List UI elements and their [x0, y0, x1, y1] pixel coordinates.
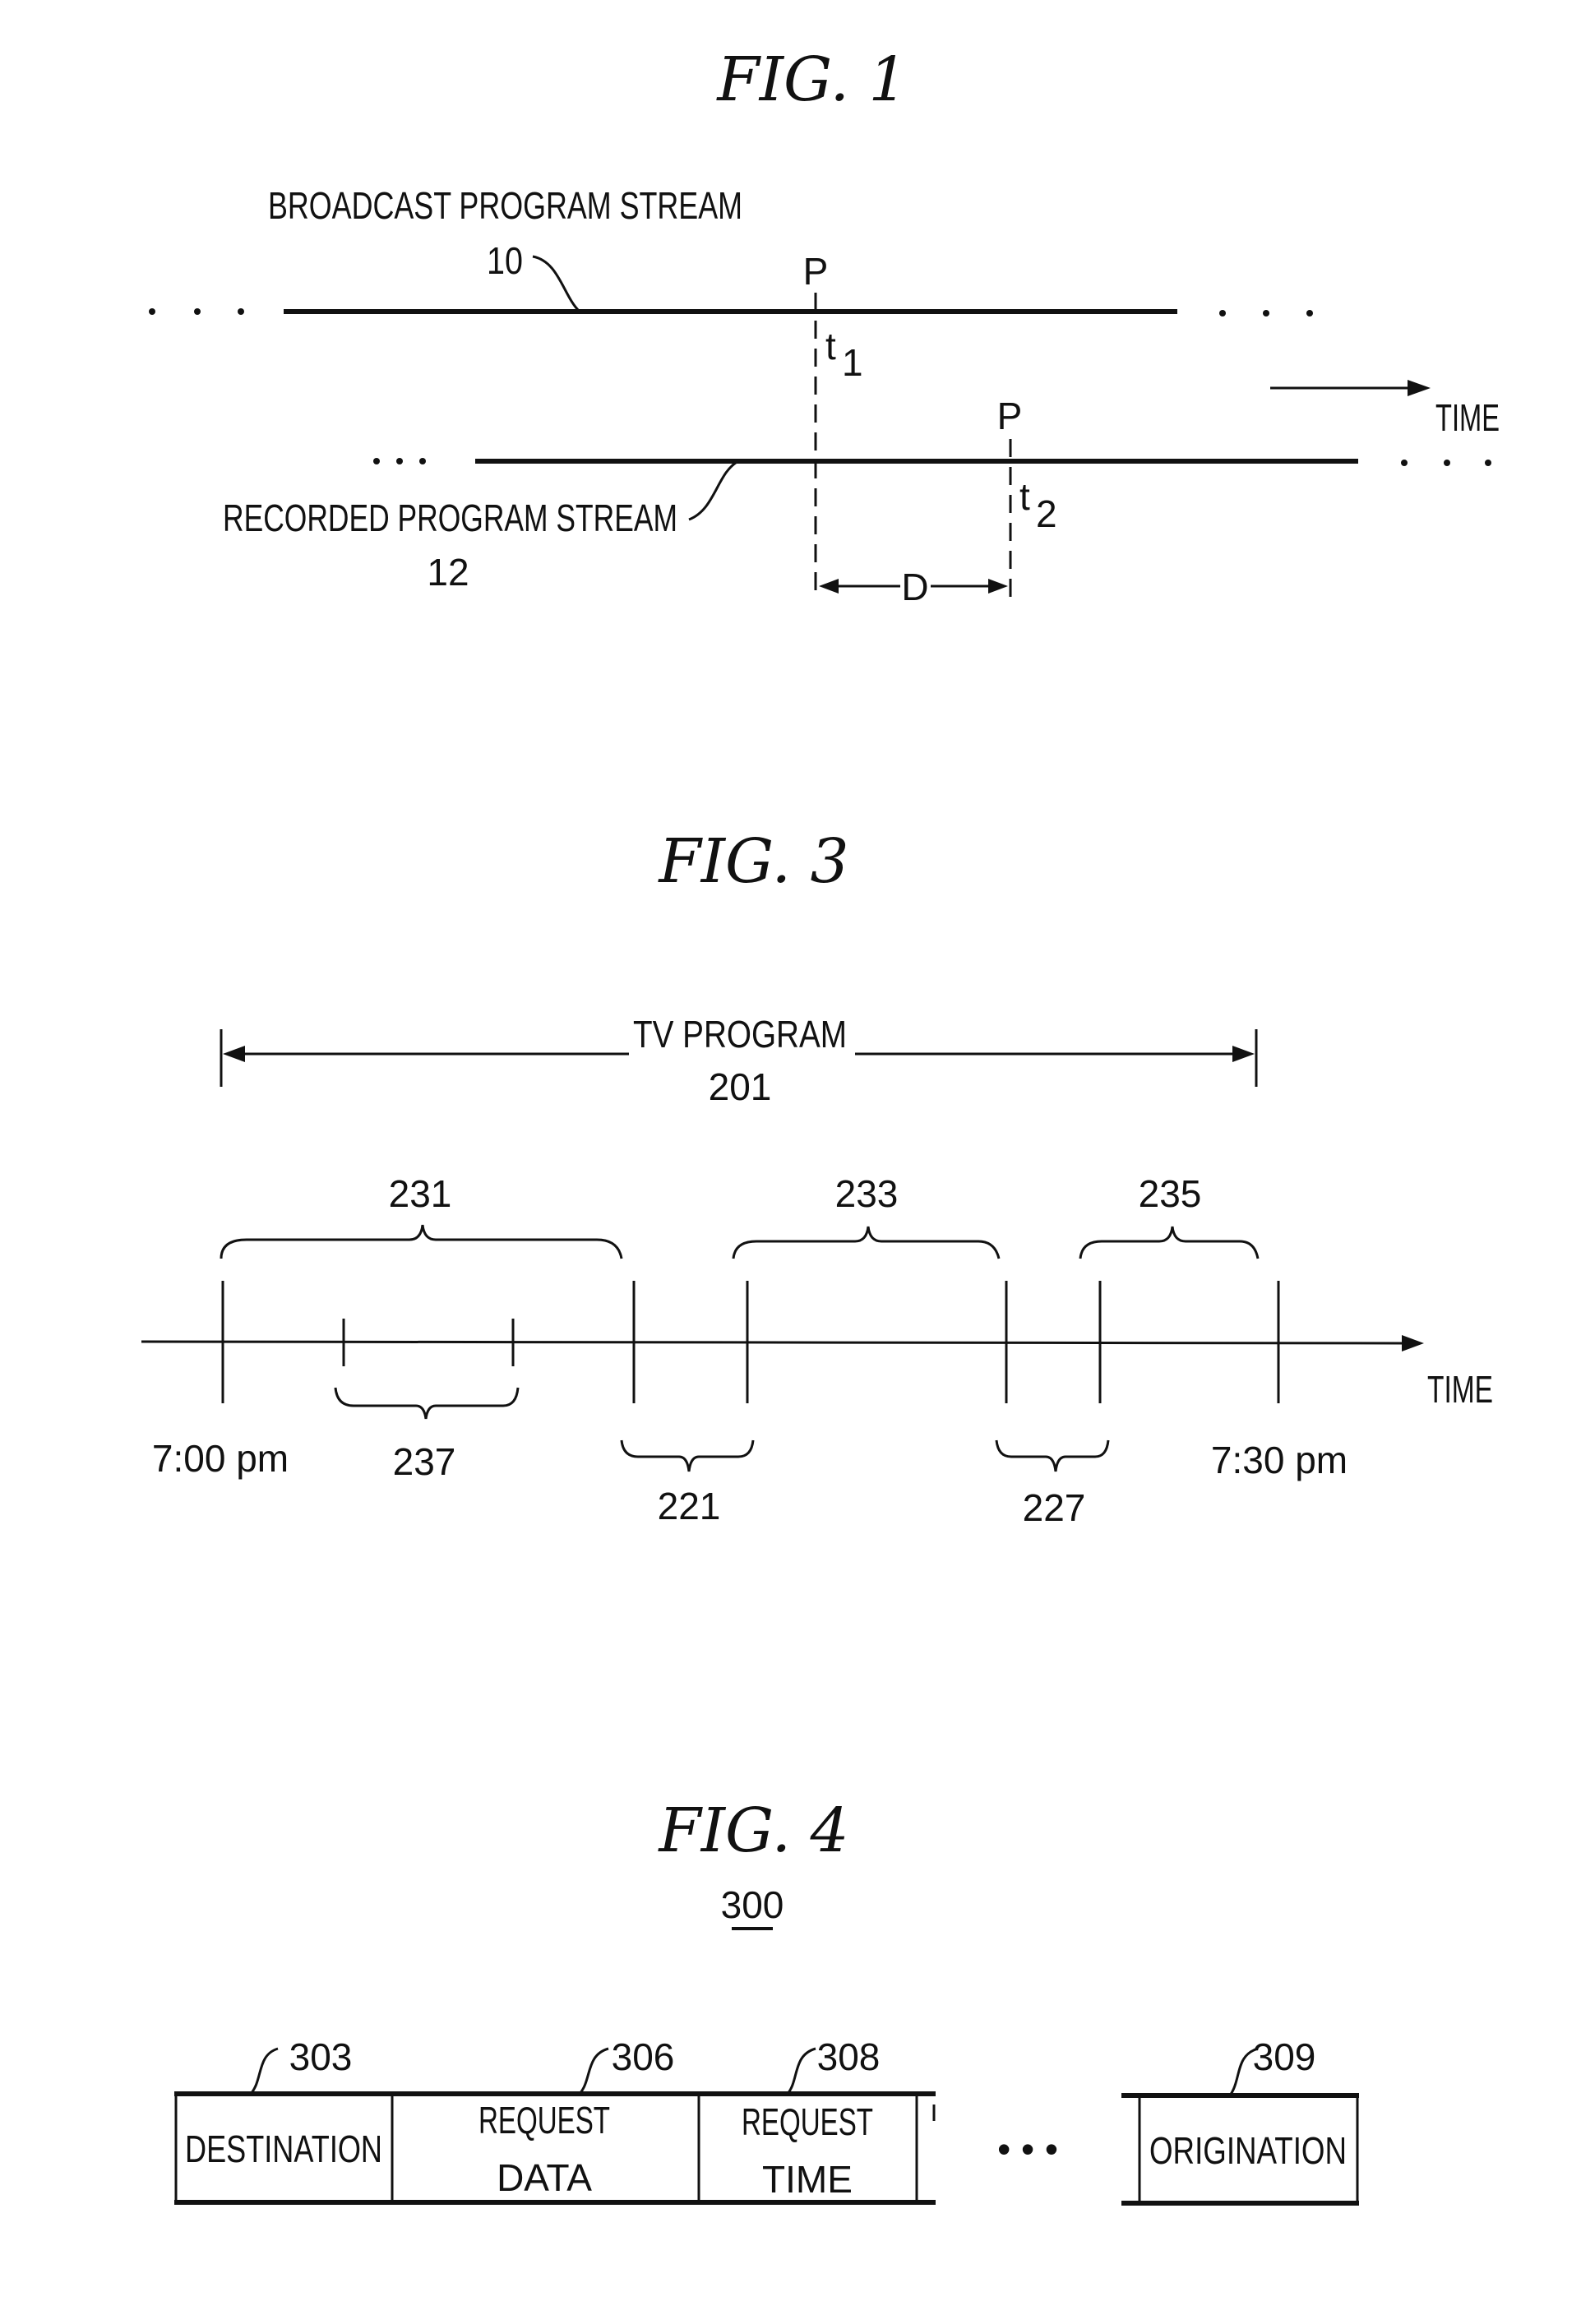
time-label-fig1: TIME: [1435, 396, 1500, 439]
ellipsis-dot: [1401, 460, 1408, 466]
break-brace-227: [995, 1439, 1110, 1472]
sub-segment-brace-237: [334, 1387, 520, 1420]
program-arrowhead-left: [223, 1046, 245, 1062]
field-leader-line: [578, 2047, 609, 2095]
broadcast-stream-label: BROADCAST PROGRAM STREAM: [268, 184, 742, 227]
segment-brace-235: [1079, 1226, 1260, 1259]
break-brace-221: [620, 1439, 755, 1472]
field-destination: DESTINATION 303: [185, 2035, 382, 2170]
program-arrowhead-right: [1232, 1046, 1255, 1062]
figure-3: FIG. 3 TV PROGRAM 201 231 233 235 TIME 2…: [141, 826, 1493, 1529]
field-origination: ORIGINATION 309: [1149, 2035, 1347, 2172]
field-label-line2: DATA: [497, 2156, 592, 2199]
fig3-title: FIG. 3: [657, 826, 848, 897]
field-label-line1: REQUEST: [478, 2099, 610, 2141]
segment-ref-231: 231: [389, 1172, 452, 1215]
field-label-line2: TIME: [762, 2158, 853, 2201]
field-request-data: REQUEST DATA 306: [478, 2035, 674, 2199]
segment-ref-235: 235: [1139, 1172, 1202, 1215]
delay-arrowhead-right: [988, 579, 1008, 594]
figure-1: FIG. 1 BROADCAST PROGRAM STREAM 10 P t 1…: [149, 44, 1500, 608]
recorded-leader-line: [688, 460, 739, 521]
delay-arrowhead-left: [819, 579, 839, 594]
field-ref: 309: [1253, 2035, 1316, 2078]
tv-program-ref: 201: [709, 1065, 772, 1108]
time-axis-arrowhead: [1402, 1335, 1424, 1351]
ellipsis-dot: [1263, 310, 1269, 316]
field-ref: 303: [289, 2035, 353, 2078]
patent-drawing-sheet: FIG. 1 BROADCAST PROGRAM STREAM 10 P t 1…: [141, 44, 1500, 2206]
time-arrowhead: [1408, 380, 1431, 396]
field-ref: 306: [612, 2035, 675, 2078]
field-label: DESTINATION: [185, 2128, 382, 2170]
segment-brace-233: [732, 1226, 1001, 1259]
recorded-stream-ref: 12: [427, 551, 469, 594]
fields-ellipsis: • • •: [997, 2128, 1058, 2170]
ellipsis-dot: [396, 458, 403, 464]
broadcast-leader-line: [532, 255, 581, 313]
point-p-recorded: P: [997, 395, 1023, 437]
field-leader-line: [249, 2047, 279, 2095]
field-request-time: REQUEST TIME 308: [742, 2035, 880, 2201]
point-p-broadcast: P: [803, 250, 829, 293]
field-ref: 308: [817, 2035, 881, 2078]
ellipsis-dot: [194, 308, 201, 315]
message-format-ref: 300: [721, 1883, 784, 1926]
field-leader-line: [786, 2047, 816, 2095]
field-label-line1: REQUEST: [742, 2100, 873, 2143]
t1-label: t: [825, 325, 836, 367]
recorded-stream-label: RECORDED PROGRAM STREAM: [223, 497, 677, 539]
broadcast-stream-ref: 10: [487, 239, 523, 282]
ellipsis-dot: [1306, 310, 1313, 316]
time-axis-line: [141, 1340, 1407, 1345]
tv-program-label: TV PROGRAM: [633, 1013, 847, 1056]
ellipsis-dot: [1444, 460, 1450, 466]
ellipsis-dot: [373, 458, 380, 464]
time-label-fig3: TIME: [1427, 1368, 1493, 1411]
fig4-title: FIG. 4: [657, 1795, 848, 1866]
ellipsis-dot: [1485, 460, 1491, 466]
ellipsis-dot: [1219, 310, 1226, 316]
field-label: ORIGINATION: [1149, 2129, 1347, 2172]
ellipsis-dot: [238, 308, 244, 315]
segment-brace-231: [220, 1224, 623, 1259]
ellipsis-dot: [149, 308, 155, 315]
t2-label: t: [1019, 475, 1030, 518]
delay-label: D: [901, 566, 928, 608]
fig1-title: FIG. 1: [715, 44, 907, 115]
ellipsis-dot: [419, 458, 426, 464]
start-time-label: 7:00 pm: [152, 1437, 289, 1480]
break-ref-227: 227: [1023, 1486, 1086, 1529]
figure-4: FIG. 4 300 DESTINATION 303 REQUEST DATA …: [174, 1795, 1359, 2206]
end-time-label: 7:30 pm: [1211, 1439, 1348, 1481]
t2-subscript: 2: [1036, 492, 1057, 535]
segment-ref-233: 233: [835, 1172, 899, 1215]
sub-segment-ref-237: 237: [393, 1440, 456, 1483]
t1-subscript: 1: [842, 341, 863, 384]
break-ref-221: 221: [658, 1485, 721, 1527]
